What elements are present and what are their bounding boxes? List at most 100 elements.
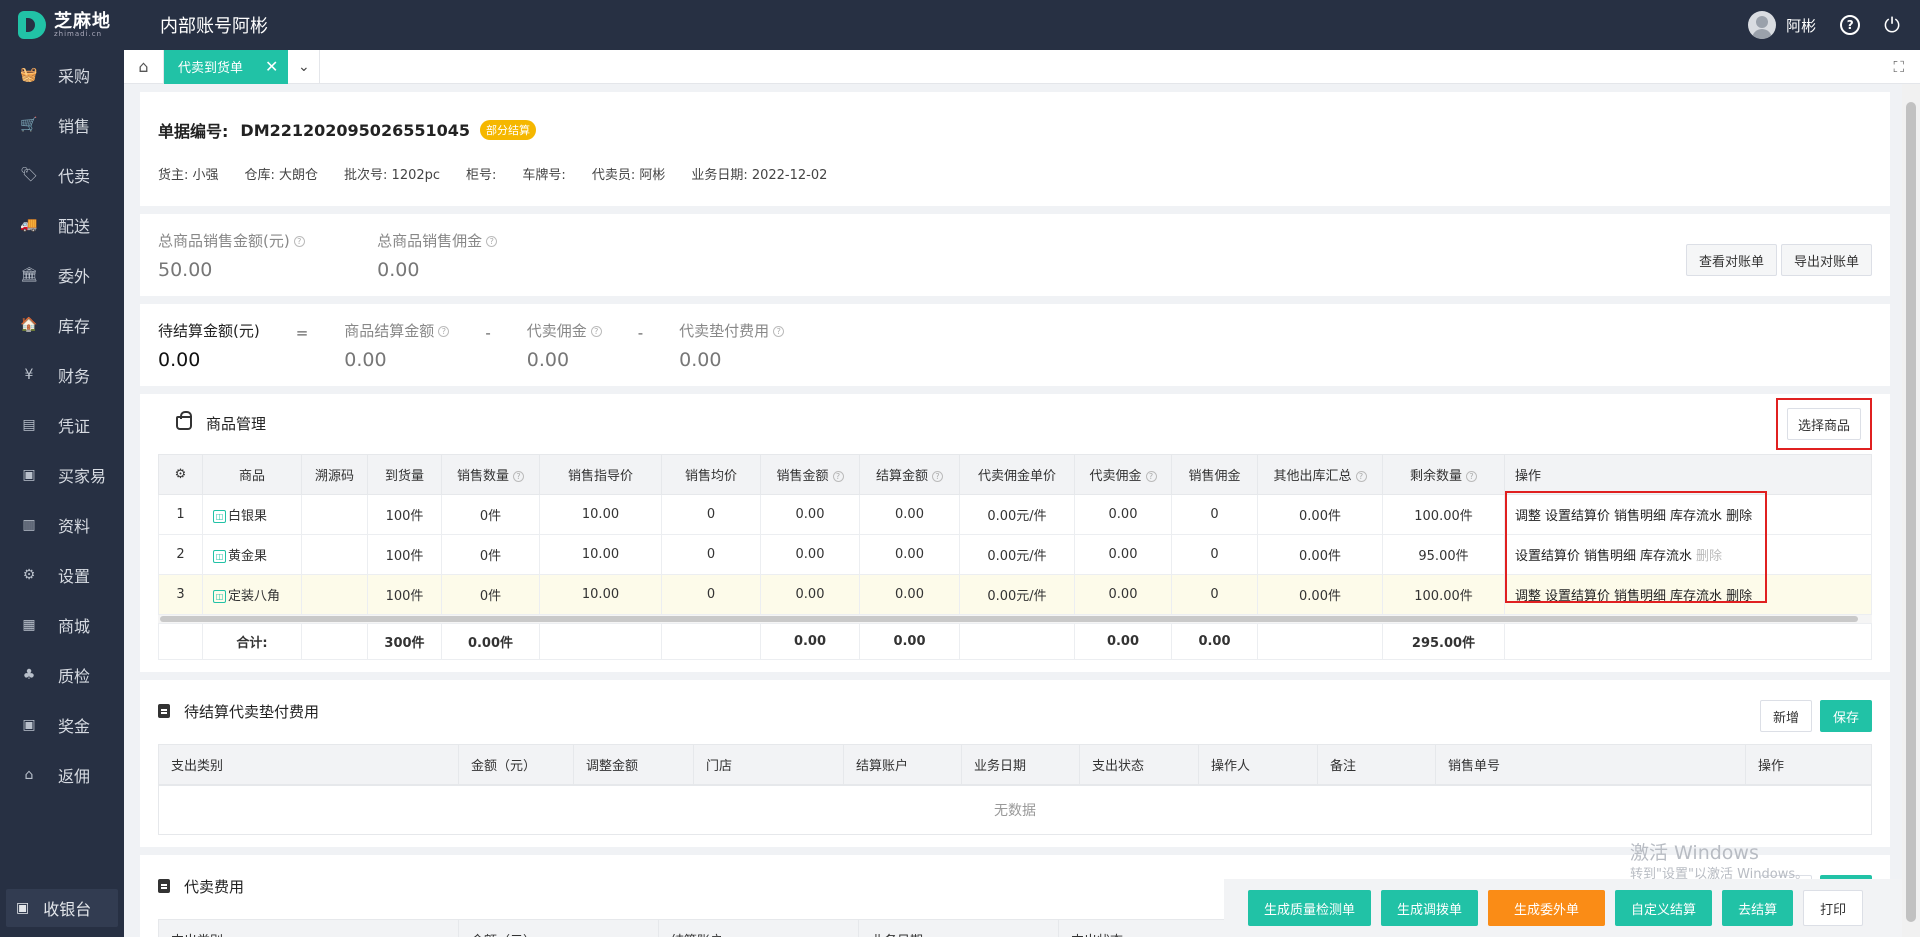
tab-label: 代卖到货单: [178, 61, 244, 76]
stock-flow-link[interactable]: 库存流水: [1670, 509, 1722, 524]
chevron-down-icon[interactable]: ⌄: [288, 49, 321, 84]
sidebar-item-buyer[interactable]: ▣ 买家易: [0, 450, 124, 500]
user-menu[interactable]: 阿彬: [1748, 11, 1816, 39]
cashier-button[interactable]: ▣ 收银台: [6, 889, 118, 927]
sales-detail-link[interactable]: 销售明细: [1584, 549, 1636, 564]
section-title: 商品管理: [206, 414, 267, 433]
view-statement-button[interactable]: 查看对账单: [1685, 244, 1777, 276]
add-button[interactable]: 新增: [1759, 700, 1812, 732]
stock-flow-link[interactable]: 库存流水: [1640, 549, 1692, 564]
sidebar-item-quality[interactable]: ♣ 质检: [0, 650, 124, 700]
sidebar-item-inventory[interactable]: 🏠 库存: [0, 300, 124, 350]
sales-detail-link[interactable]: 销售明细: [1614, 509, 1666, 524]
other-out: 0.00件: [1257, 494, 1383, 535]
sidebar-item-outsource[interactable]: 🏛 委外: [0, 250, 124, 300]
other-out: 0.00件: [1257, 574, 1383, 615]
commission: 0.00: [1074, 534, 1172, 575]
sidebar-item-voucher[interactable]: ▤ 凭证: [0, 400, 124, 450]
commission-label: 代卖佣金: [526, 322, 587, 340]
sidebar-item-purchase[interactable]: 🧺 采购: [0, 50, 124, 100]
col-header: 操作: [1504, 454, 1872, 495]
sidebar-item-sales[interactable]: 🛒 销售: [0, 100, 124, 150]
sidebar-item-delivery[interactable]: 🚚 配送: [0, 200, 124, 250]
sidebar-item-label: 商城: [58, 617, 91, 636]
home-icon[interactable]: ⌂: [124, 49, 164, 84]
sales-detail-link[interactable]: 销售明细: [1614, 589, 1666, 604]
horizontal-scrollbar[interactable]: [158, 615, 1872, 623]
total-commission-value: 0.00: [377, 259, 420, 281]
generate-transfer-button[interactable]: 生成调拨单: [1381, 890, 1479, 926]
guide-price: 10.00: [539, 494, 662, 535]
product-cell[interactable]: ◫ 白银果: [202, 494, 302, 535]
generate-outsource-button[interactable]: 生成委外单: [1488, 890, 1606, 926]
export-statement-button[interactable]: 导出对账单: [1780, 244, 1872, 276]
total-sold: 0.00件: [441, 623, 540, 660]
unit-commission: 0.00元/件: [959, 534, 1075, 575]
row-number: 2: [158, 534, 203, 575]
remaining-qty: 95.00件: [1382, 534, 1505, 575]
product-cell[interactable]: ◫ 黄金果: [202, 534, 302, 575]
unit-commission: 0.00元/件: [959, 494, 1075, 535]
help-icon[interactable]: ?: [486, 236, 498, 247]
avg-price: 0: [661, 534, 761, 575]
totals-label: 合计:: [202, 623, 302, 660]
power-icon[interactable]: ⏻: [1884, 13, 1900, 37]
sidebar-item-consign[interactable]: 🏷 代卖: [0, 150, 124, 200]
sidebar-item-finance[interactable]: ¥ 财务: [0, 350, 124, 400]
col-header: 销售单号: [1435, 744, 1746, 785]
col-header: 业务日期: [961, 744, 1080, 785]
tab-consign-arrival[interactable]: 代卖到货单 ✕: [164, 49, 289, 84]
generate-quality-button[interactable]: 生成质量检测单: [1248, 890, 1372, 926]
guide-price: 10.00: [539, 534, 662, 575]
col-header: 销售佣金: [1171, 454, 1258, 495]
adjust-link[interactable]: 调整: [1515, 509, 1541, 524]
sidebar-item-label: 设置: [58, 567, 91, 586]
sidebar-item-data[interactable]: ▥ 资料: [0, 500, 124, 550]
help-icon[interactable]: ?: [773, 326, 785, 337]
col-header: 销售数量?: [441, 454, 540, 495]
logo[interactable]: 芝麻地 zhimadi.cn: [0, 0, 124, 50]
help-icon[interactable]: ?: [438, 326, 450, 337]
stock-flow-link[interactable]: 库存流水: [1670, 589, 1722, 604]
product-cell[interactable]: ◫ 定装八角: [202, 574, 302, 615]
col-header: 操作: [1745, 744, 1872, 785]
set-settle-price-link[interactable]: 设置结算价: [1515, 549, 1580, 564]
col-header: 金额（元）: [458, 744, 574, 785]
col-header: 结算金额?: [859, 454, 960, 495]
col-header: 调整金额: [573, 744, 694, 785]
sidebar-item-rebate[interactable]: ⌂ 返佣: [0, 750, 124, 800]
sidebar-item-bonus[interactable]: ▣ 奖金: [0, 700, 124, 750]
fullscreen-icon[interactable]: ⛶: [1893, 58, 1904, 76]
sidebar-item-label: 代卖: [58, 167, 91, 186]
status-badge: 部分结算: [480, 120, 536, 140]
column-settings-icon[interactable]: ⚙: [158, 454, 203, 495]
help-icon[interactable]: ?: [293, 236, 305, 247]
col-header: 其他出库汇总?: [1257, 454, 1383, 495]
settle-button[interactable]: 去结算: [1722, 890, 1794, 926]
advance-value: 0.00: [679, 349, 722, 371]
sidebar-item-settings[interactable]: ⚙ 设置: [0, 550, 124, 600]
sidebar-item-mall[interactable]: ▦ 商城: [0, 600, 124, 650]
custom-settle-button[interactable]: 自定义结算: [1615, 890, 1713, 926]
select-goods-button[interactable]: 选择商品: [1786, 408, 1861, 440]
set-settle-price-link[interactable]: 设置结算价: [1545, 509, 1610, 524]
vertical-scrollbar[interactable]: [1902, 84, 1920, 937]
save-button[interactable]: 保存: [1819, 700, 1872, 732]
section-title: 待结算代卖垫付费用: [184, 702, 320, 721]
logo-icon: [18, 11, 46, 39]
select-goods-highlight: 选择商品: [1776, 398, 1872, 450]
doc-number-label: 单据编号:: [158, 122, 229, 141]
help-icon[interactable]: ?: [590, 326, 602, 337]
delete-link[interactable]: 删除: [1726, 589, 1752, 604]
print-button[interactable]: 打印: [1803, 890, 1864, 926]
delete-link[interactable]: 删除: [1726, 509, 1752, 524]
sold-qty: 0件: [441, 494, 540, 535]
tag-icon: 🏷: [20, 167, 38, 183]
col-header: 销售金额?: [760, 454, 860, 495]
help-icon[interactable]: ?: [1840, 15, 1861, 35]
basket-icon: 🧺: [20, 67, 38, 83]
set-settle-price-link[interactable]: 设置结算价: [1545, 589, 1610, 604]
close-icon[interactable]: ✕: [265, 57, 278, 76]
adjust-link[interactable]: 调整: [1515, 589, 1541, 604]
avg-price: 0: [661, 494, 761, 535]
